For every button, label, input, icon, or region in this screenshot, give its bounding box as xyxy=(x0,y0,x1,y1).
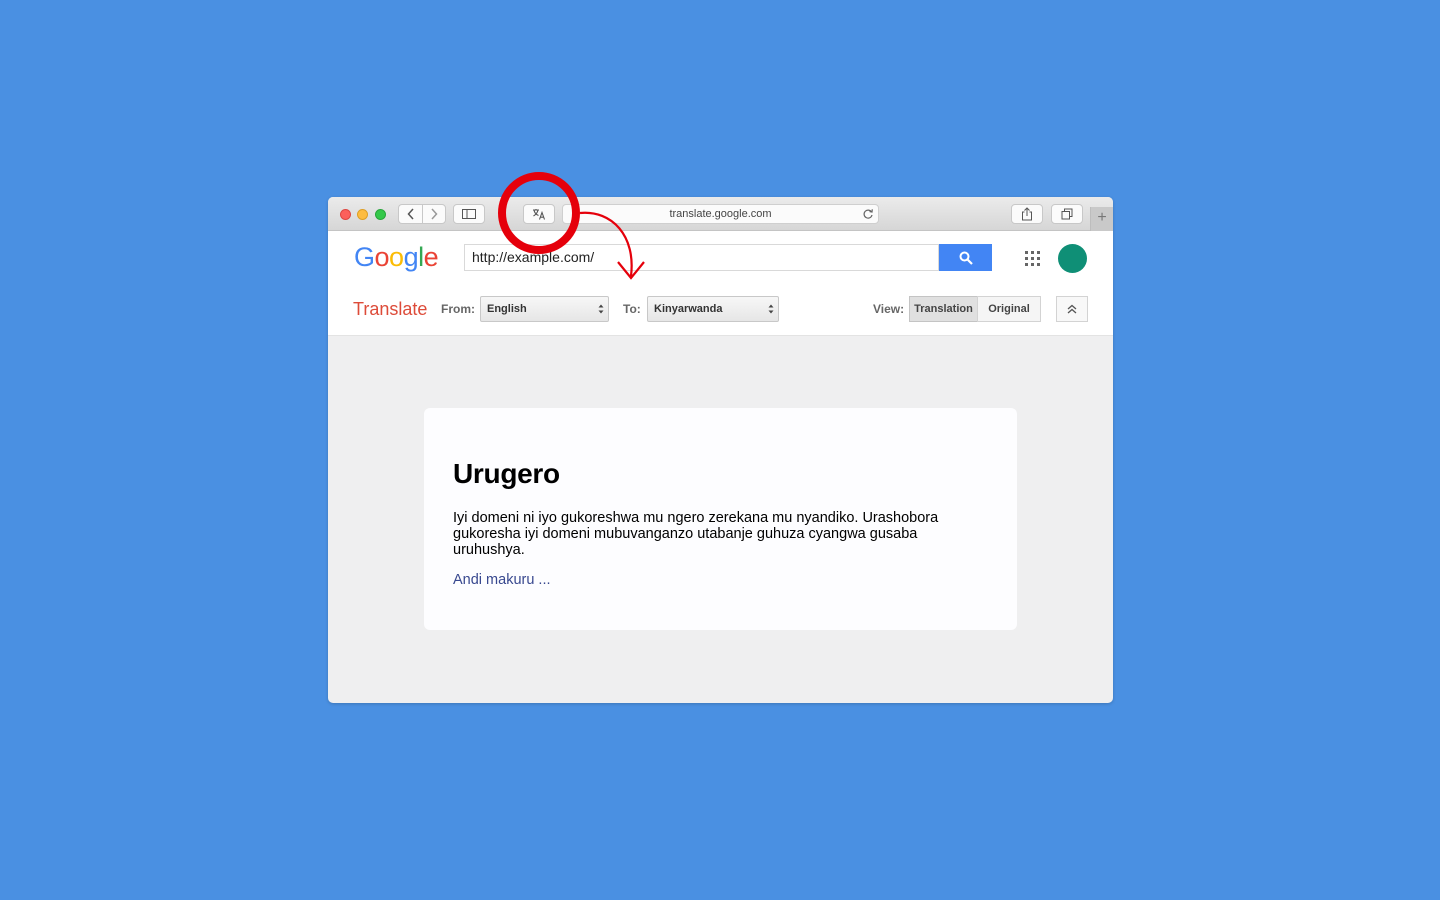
address-text: translate.google.com xyxy=(669,208,772,220)
address-bar[interactable]: translate.google.com xyxy=(562,204,879,224)
share-icon xyxy=(1022,207,1032,221)
from-language-select[interactable]: English xyxy=(480,296,609,322)
collapse-button[interactable] xyxy=(1056,296,1088,322)
view-label: View: xyxy=(873,302,905,316)
logo-letter: o xyxy=(374,242,390,272)
view-translation-button[interactable]: Translation xyxy=(909,296,978,322)
search-button[interactable] xyxy=(939,244,992,271)
page-heading: Urugero xyxy=(453,458,560,489)
minimize-window-button[interactable] xyxy=(357,209,368,220)
account-avatar[interactable] xyxy=(1058,244,1087,273)
page-body-text: Iyi domeni ni iyo gukoreshwa mu ngero ze… xyxy=(453,510,939,558)
more-info-link[interactable]: Andi makuru ... xyxy=(453,572,551,588)
sidebar-icon xyxy=(462,209,476,219)
chevron-left-icon xyxy=(406,208,414,220)
double-chevron-up-icon xyxy=(1067,304,1077,314)
select-arrows-icon xyxy=(768,304,774,314)
tabs-overview-button[interactable] xyxy=(1051,204,1083,224)
browser-window: translate.google.com + Google http://exa… xyxy=(328,197,1113,703)
url-input[interactable]: http://example.com/ xyxy=(464,244,939,271)
tabs-icon xyxy=(1061,208,1073,220)
sidebar-button[interactable] xyxy=(453,204,485,224)
zoom-window-button[interactable] xyxy=(375,209,386,220)
view-original-button[interactable]: Original xyxy=(977,296,1041,322)
to-language-select[interactable]: Kinyarwanda xyxy=(647,296,779,322)
translate-bar: Translate From: English To: Kinyarwanda … xyxy=(328,284,1113,336)
logo-letter: o xyxy=(389,242,404,272)
search-icon xyxy=(959,251,973,265)
apps-grid-icon[interactable] xyxy=(1025,251,1040,266)
from-label: From: xyxy=(441,302,475,316)
navigation-buttons xyxy=(398,204,446,224)
translate-icon xyxy=(533,209,546,220)
share-button[interactable] xyxy=(1011,204,1043,224)
chevron-right-icon xyxy=(431,208,438,220)
logo-letter: G xyxy=(354,242,375,272)
reload-icon[interactable] xyxy=(862,208,874,220)
back-button[interactable] xyxy=(398,204,422,224)
select-arrows-icon xyxy=(598,304,604,314)
google-bar: Google http://example.com/ xyxy=(328,231,1113,284)
title-bar: translate.google.com + xyxy=(328,197,1113,231)
google-logo[interactable]: Google xyxy=(354,242,439,273)
close-window-button[interactable] xyxy=(340,209,351,220)
translate-title[interactable]: Translate xyxy=(353,299,427,320)
from-language-value: English xyxy=(487,303,527,315)
new-tab-button[interactable]: + xyxy=(1090,207,1113,231)
translate-extension-button[interactable] xyxy=(523,204,555,224)
to-language-value: Kinyarwanda xyxy=(654,303,723,315)
forward-button[interactable] xyxy=(422,204,446,224)
logo-letter: e xyxy=(423,242,439,272)
logo-letter: g xyxy=(403,242,419,272)
translated-page-card: Urugero Iyi domeni ni iyo gukoreshwa mu … xyxy=(424,408,1017,630)
to-label: To: xyxy=(623,302,641,316)
